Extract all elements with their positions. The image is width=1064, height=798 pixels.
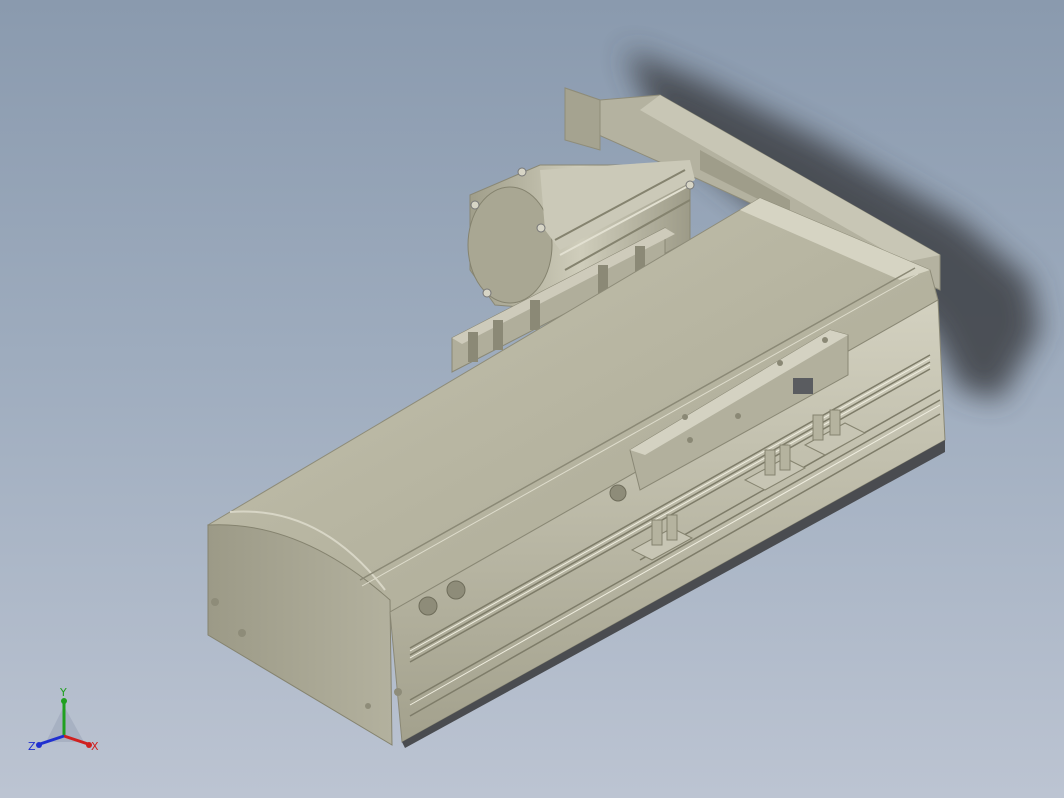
y-axis-label: Y: [59, 686, 67, 699]
orientation-triad[interactable]: Y X Z: [28, 684, 108, 764]
linear-actuator-model[interactable]: [0, 0, 1064, 798]
z-axis-tip: [36, 742, 42, 748]
x-axis-label: X: [91, 740, 99, 753]
cad-viewport[interactable]: Y X Z: [0, 0, 1064, 798]
z-axis-label: Z: [28, 740, 36, 753]
